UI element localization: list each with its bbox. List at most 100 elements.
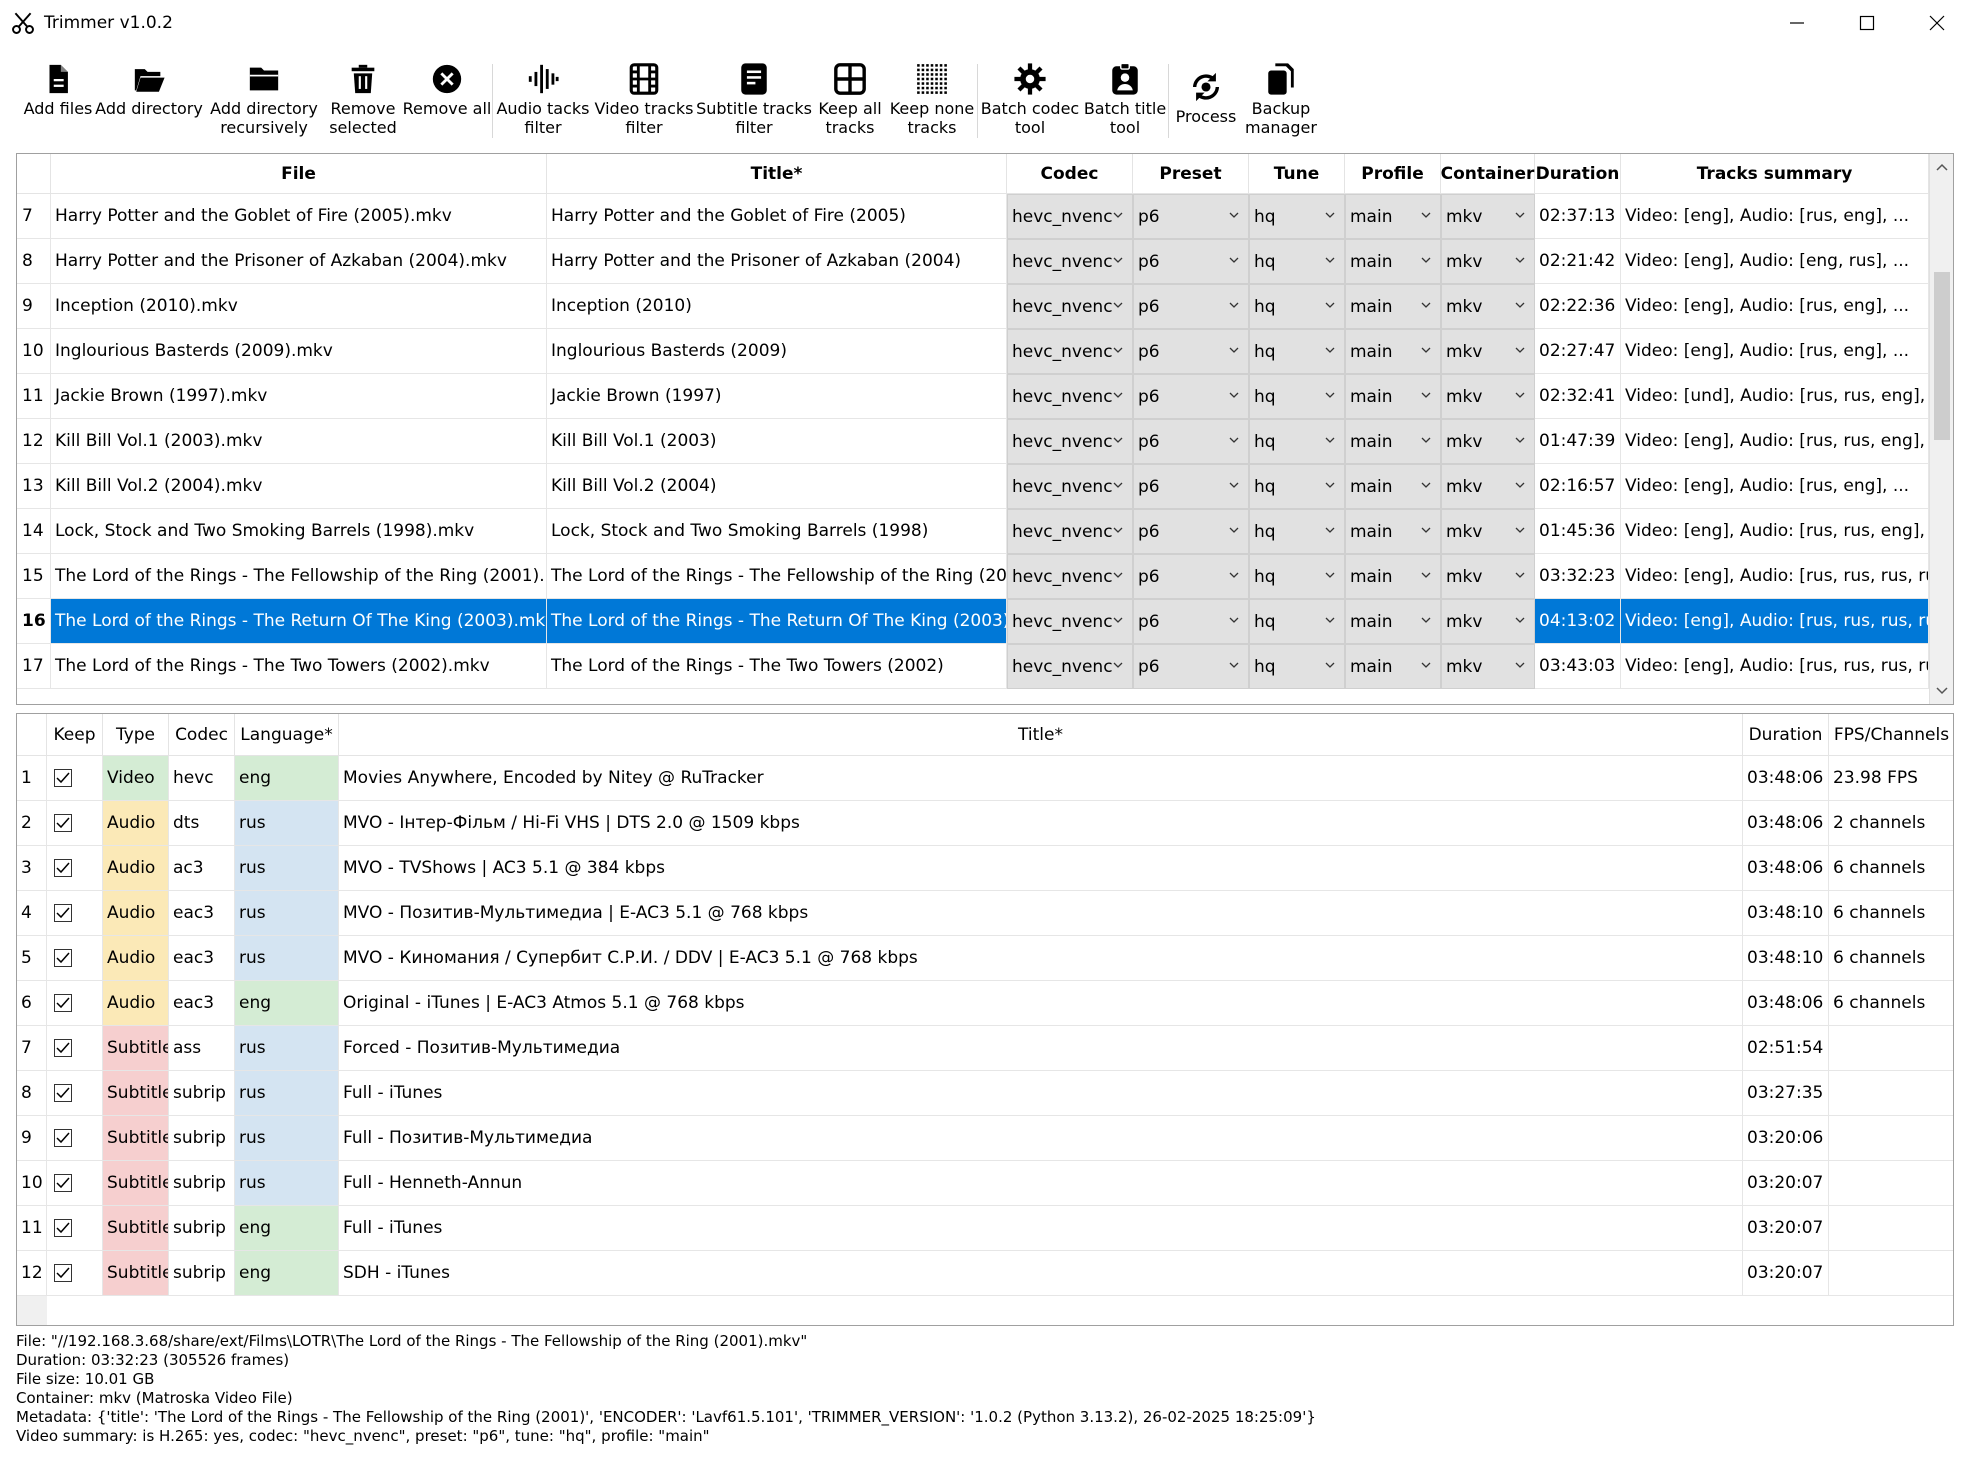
track-title-cell[interactable]: SDH - iTunes	[339, 1251, 1743, 1296]
track-title-cell[interactable]: MVO - Позитив-Мультимедиа | E-AC3 5.1 @ …	[339, 891, 1743, 936]
language-cell[interactable]: eng	[235, 981, 339, 1026]
preset-dropdown[interactable]: p6	[1133, 194, 1249, 239]
file-row[interactable]: 10 Inglourious Basterds (2009).mkv Inglour…	[17, 329, 1929, 374]
tune-dropdown[interactable]: hq	[1249, 284, 1345, 329]
language-cell[interactable]: rus	[235, 846, 339, 891]
keep-checkbox[interactable]	[54, 769, 72, 787]
file-row[interactable]: 14 Lock, Stock and Two Smoking Barrels (1…	[17, 509, 1929, 554]
file-name-cell[interactable]: Kill Bill Vol.1 (2003).mkv	[51, 419, 547, 464]
add-files-button[interactable]: Add files	[22, 46, 94, 150]
tune-dropdown[interactable]: hq	[1249, 194, 1345, 239]
file-name-cell[interactable]: Inglourious Basterds (2009).mkv	[51, 329, 547, 374]
batch-title-tool-button[interactable]: Batch title tool	[1082, 46, 1168, 150]
codec-dropdown[interactable]: hevc_nvenc	[1007, 464, 1133, 509]
title-cell[interactable]: Harry Potter and the Prisoner of Azkaban…	[547, 239, 1007, 284]
container-dropdown[interactable]: mkv	[1441, 644, 1535, 689]
codec-dropdown[interactable]: hevc_nvenc	[1007, 374, 1133, 419]
file-name-cell[interactable]: Jackie Brown (1997).mkv	[51, 374, 547, 419]
file-row[interactable]: 7 Harry Potter and the Goblet of Fire (20…	[17, 194, 1929, 239]
language-cell[interactable]: rus	[235, 1071, 339, 1116]
file-row[interactable]: 11 Jackie Brown (1997).mkv Jackie Brown (1…	[17, 374, 1929, 419]
scroll-up-icon[interactable]	[1936, 162, 1948, 174]
track-title-cell[interactable]: Forced - Позитив-Мультимедиа	[339, 1026, 1743, 1071]
codec-dropdown[interactable]: hevc_nvenc	[1007, 329, 1133, 374]
tune-dropdown[interactable]: hq	[1249, 554, 1345, 599]
files-scrollbar[interactable]	[1929, 154, 1953, 704]
track-title-cell[interactable]: MVO - Інтер-Фільм / Hi-Fi VHS | DTS 2.0 …	[339, 801, 1743, 846]
preset-dropdown[interactable]: p6	[1133, 419, 1249, 464]
profile-dropdown[interactable]: main	[1345, 239, 1441, 284]
file-row[interactable]: 15 The Lord of the Rings - The Fellowship…	[17, 554, 1929, 599]
track-row[interactable]: 4 Audio eac3 rus MVO - Позитив-Мультимедиа |…	[17, 891, 1953, 936]
column-header-profile[interactable]: Profile	[1345, 154, 1441, 193]
remove-selected-button[interactable]: Remove selected	[324, 46, 402, 150]
preset-dropdown[interactable]: p6	[1133, 239, 1249, 284]
tune-dropdown[interactable]: hq	[1249, 329, 1345, 374]
language-cell[interactable]: rus	[235, 801, 339, 846]
profile-dropdown[interactable]: main	[1345, 644, 1441, 689]
column-header-title[interactable]: Title*	[339, 714, 1743, 755]
file-name-cell[interactable]: Harry Potter and the Goblet of Fire (200…	[51, 194, 547, 239]
track-title-cell[interactable]: MVO - TVShows | AC3 5.1 @ 384 kbps	[339, 846, 1743, 891]
file-row[interactable]: 13 Kill Bill Vol.2 (2004).mkv Kill Bill Vo…	[17, 464, 1929, 509]
column-header-tracks-summary[interactable]: Tracks summary	[1621, 154, 1929, 193]
container-dropdown[interactable]: mkv	[1441, 194, 1535, 239]
language-cell[interactable]: rus	[235, 936, 339, 981]
track-title-cell[interactable]: Movies Anywhere, Encoded by Nitey @ RuTr…	[339, 756, 1743, 801]
title-cell[interactable]: Harry Potter and the Goblet of Fire (200…	[547, 194, 1007, 239]
title-cell[interactable]: The Lord of the Rings - The Two Towers (…	[547, 644, 1007, 689]
codec-dropdown[interactable]: hevc_nvenc	[1007, 284, 1133, 329]
container-dropdown[interactable]: mkv	[1441, 464, 1535, 509]
track-title-cell[interactable]: Full - Henneth-Annun	[339, 1161, 1743, 1206]
file-row[interactable]: 17 The Lord of the Rings - The Two Towers…	[17, 644, 1929, 689]
language-cell[interactable]: rus	[235, 1116, 339, 1161]
title-cell[interactable]: Inglourious Basterds (2009)	[547, 329, 1007, 374]
tune-dropdown[interactable]: hq	[1249, 419, 1345, 464]
preset-dropdown[interactable]: p6	[1133, 599, 1249, 644]
codec-dropdown[interactable]: hevc_nvenc	[1007, 419, 1133, 464]
column-header-duration[interactable]: Duration	[1743, 714, 1829, 755]
file-name-cell[interactable]: Kill Bill Vol.2 (2004).mkv	[51, 464, 547, 509]
minimize-button[interactable]	[1762, 0, 1832, 46]
column-header-codec[interactable]: Codec	[1007, 154, 1133, 193]
profile-dropdown[interactable]: main	[1345, 194, 1441, 239]
column-header-codec[interactable]: Codec	[169, 714, 235, 755]
column-header-duration[interactable]: Duration	[1535, 154, 1621, 193]
profile-dropdown[interactable]: main	[1345, 509, 1441, 554]
column-header-container[interactable]: Container	[1441, 154, 1535, 193]
subtitle-tracks-filter-button[interactable]: Subtitle tracks filter	[695, 46, 813, 150]
title-cell[interactable]: Lock, Stock and Two Smoking Barrels (199…	[547, 509, 1007, 554]
codec-dropdown[interactable]: hevc_nvenc	[1007, 644, 1133, 689]
add-directory-recursively-button[interactable]: Add directory recursively	[204, 46, 324, 150]
file-name-cell[interactable]: Inception (2010).mkv	[51, 284, 547, 329]
remove-all-button[interactable]: Remove all	[402, 46, 492, 150]
track-row[interactable]: 12 Subtitle subrip eng SDH - iTunes 03:20:07	[17, 1251, 1953, 1296]
title-cell[interactable]: The Lord of the Rings - The Return Of Th…	[547, 599, 1007, 644]
column-header-file[interactable]: File	[51, 154, 547, 193]
track-title-cell[interactable]: Full - Позитив-Мультимедиа	[339, 1116, 1743, 1161]
codec-dropdown[interactable]: hevc_nvenc	[1007, 599, 1133, 644]
tune-dropdown[interactable]: hq	[1249, 464, 1345, 509]
profile-dropdown[interactable]: main	[1345, 329, 1441, 374]
file-name-cell[interactable]: Lock, Stock and Two Smoking Barrels (199…	[51, 509, 547, 554]
language-cell[interactable]: eng	[235, 1251, 339, 1296]
preset-dropdown[interactable]: p6	[1133, 554, 1249, 599]
container-dropdown[interactable]: mkv	[1441, 284, 1535, 329]
tune-dropdown[interactable]: hq	[1249, 374, 1345, 419]
file-row[interactable]: 9 Inception (2010).mkv Inception (2010) hev…	[17, 284, 1929, 329]
track-title-cell[interactable]: MVO - Киномания / Супербит С.Р.И. / DDV …	[339, 936, 1743, 981]
file-name-cell[interactable]: The Lord of the Rings - The Return Of Th…	[51, 599, 547, 644]
video-tracks-filter-button[interactable]: Video tracks filter	[593, 46, 695, 150]
keep-checkbox[interactable]	[54, 1039, 72, 1057]
audio-tracks-filter-button[interactable]: Audio tacks filter	[493, 46, 593, 150]
file-row[interactable]: 12 Kill Bill Vol.1 (2003).mkv Kill Bill Vo…	[17, 419, 1929, 464]
process-button[interactable]: Process	[1169, 46, 1243, 150]
batch-codec-tool-button[interactable]: Batch codec tool	[978, 46, 1082, 150]
keep-checkbox[interactable]	[54, 904, 72, 922]
file-name-cell[interactable]: The Lord of the Rings - The Fellowship o…	[51, 554, 547, 599]
tune-dropdown[interactable]: hq	[1249, 509, 1345, 554]
track-row[interactable]: 10 Subtitle subrip rus Full - Henneth-Annun 0…	[17, 1161, 1953, 1206]
tune-dropdown[interactable]: hq	[1249, 644, 1345, 689]
backup-manager-button[interactable]: Backup manager	[1243, 46, 1319, 150]
track-row[interactable]: 1 Video hevc eng Movies Anywhere, Encoded by…	[17, 756, 1953, 801]
